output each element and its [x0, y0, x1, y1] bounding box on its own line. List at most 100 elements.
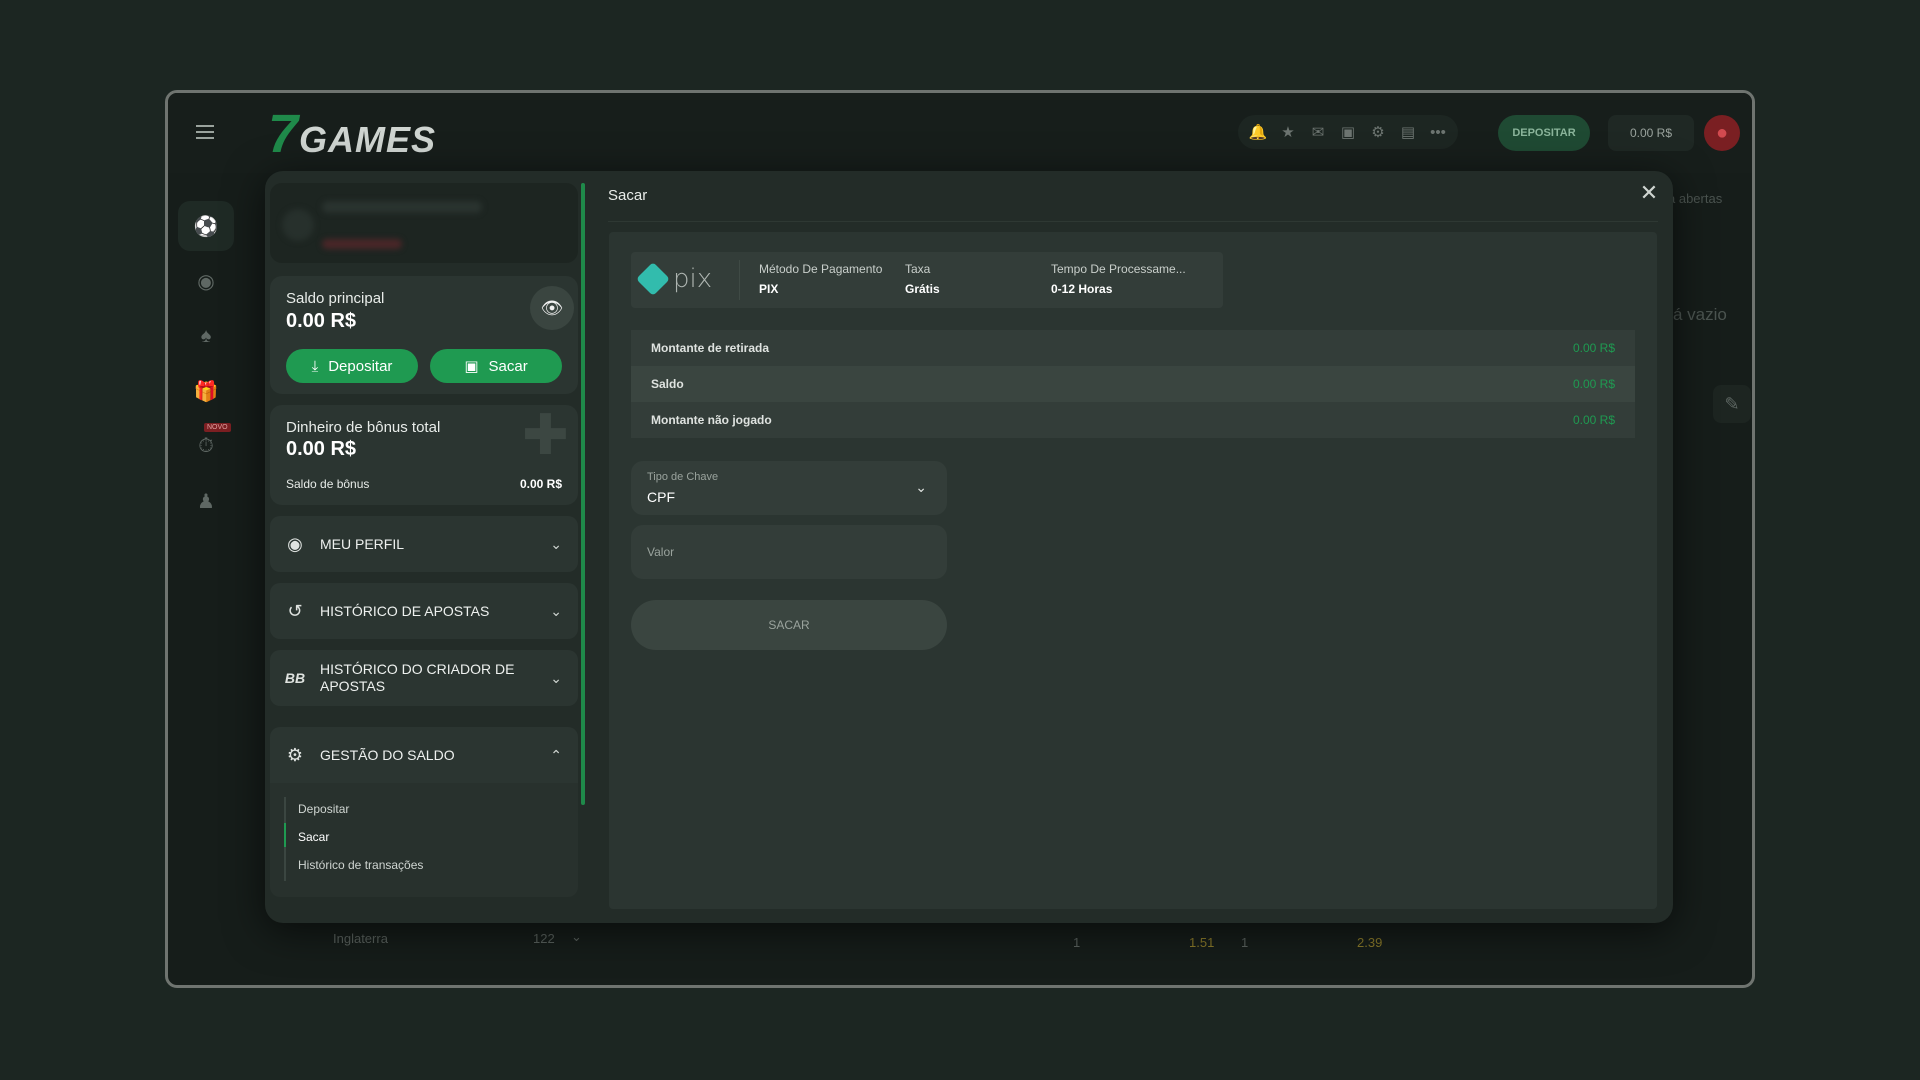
- profile-id-blurred: [322, 239, 402, 249]
- summary-row: Montante de retirada 0.00 R$: [631, 330, 1635, 366]
- deposit-button-label: Depositar: [328, 357, 393, 375]
- submenu-active-indicator: [284, 823, 286, 847]
- pix-icon: [636, 262, 670, 296]
- payment-method-card[interactable]: pix Método De Pagamento PIX Taxa Grátis …: [631, 252, 1223, 308]
- top-bar: 7GAMES 🔔 ★ ✉ ▣ ⚙ ▤ ••• DEPOSITAR 0.00 R$…: [168, 93, 1752, 173]
- amount-input[interactable]: [631, 525, 947, 579]
- bg-odd[interactable]: 2.39: [1357, 935, 1382, 950]
- key-type-label: Tipo de Chave: [647, 471, 719, 483]
- mail-icon[interactable]: ✉: [1308, 121, 1328, 143]
- withdraw-button[interactable]: ▣ Sacar: [430, 349, 562, 383]
- fee-value: Grátis: [905, 282, 940, 296]
- menu-label: GESTÃO DO SALDO: [320, 746, 455, 763]
- summary-label: Montante de retirada: [651, 341, 770, 355]
- withdraw-button-label: Sacar: [488, 357, 528, 375]
- eye-icon[interactable]: 👁: [530, 286, 574, 330]
- left-rail: ⚽ ◉ ♠ 🎁 ⏱ NOVO ♟: [178, 201, 234, 531]
- processing-time-col: Tempo De Processame... 0-12 Horas: [1051, 262, 1186, 296]
- novo-badge: NOVO: [204, 423, 231, 432]
- chevron-down-icon: ⌄: [915, 479, 927, 495]
- processing-time-value: 0-12 Horas: [1051, 282, 1113, 296]
- divider: [739, 260, 740, 300]
- summary-value: 0.00 R$: [1572, 413, 1615, 427]
- amount-summary: Montante de retirada 0.00 R$ Saldo 0.00 …: [631, 330, 1635, 438]
- bell-icon[interactable]: 🔔: [1248, 121, 1268, 143]
- cards-icon[interactable]: ♠: [178, 311, 234, 361]
- menu-icon[interactable]: [196, 125, 214, 139]
- balance-submenu: Depositar Sacar Histórico de transações: [270, 783, 578, 897]
- submenu-deposit[interactable]: Depositar: [298, 802, 349, 816]
- menu-bet-history[interactable]: ↺ HISTÓRICO DE APOSTAS ⌄: [270, 583, 578, 639]
- chat-icon[interactable]: ▤: [1398, 121, 1418, 143]
- bg-list-item-count: 122: [533, 931, 555, 946]
- submenu-transactions[interactable]: Histórico de transações: [298, 858, 423, 872]
- processing-time-header: Tempo De Processame...: [1051, 262, 1186, 276]
- site-logo[interactable]: 7GAMES: [268, 103, 436, 165]
- gift-icon[interactable]: 🎁: [178, 366, 234, 416]
- menu-my-profile[interactable]: ◉ MEU PERFIL ⌄: [270, 516, 578, 572]
- user-circle-icon: ◉: [287, 533, 303, 554]
- gift-icon[interactable]: ▣: [1338, 121, 1358, 143]
- key-type-select[interactable]: Tipo de Chave CPF ⌄: [631, 461, 947, 515]
- bg-list-item[interactable]: Inglaterra 122 ⌄: [293, 923, 603, 973]
- soccer-icon[interactable]: ⚽: [178, 201, 234, 251]
- payment-method-value: PIX: [759, 282, 779, 296]
- close-icon[interactable]: ✕: [1637, 180, 1661, 205]
- bonus-balance-value: 0.00 R$: [519, 477, 562, 491]
- fee-col: Taxa Grátis: [905, 262, 940, 296]
- history-icon: ↺: [287, 600, 303, 621]
- user-icon: ●: [1715, 121, 1729, 144]
- page-title: Sacar: [608, 187, 648, 204]
- stopwatch-icon[interactable]: ⏱ NOVO: [178, 421, 234, 471]
- gear-icon[interactable]: ⚙: [1368, 121, 1388, 143]
- menu-label: HISTÓRICO DE APOSTAS: [320, 602, 490, 619]
- chevron-up-icon: ⌃: [550, 746, 562, 763]
- more-icon[interactable]: •••: [1428, 121, 1448, 143]
- submenu-withdraw[interactable]: Sacar: [298, 830, 329, 844]
- avatar: [282, 209, 314, 241]
- puzzle-icon: ✚: [522, 405, 569, 466]
- bet-builder-icon: BB: [284, 670, 306, 686]
- chevron-down-icon: ⌄: [550, 602, 562, 619]
- main-balance-value: 0.00 R$: [286, 310, 357, 332]
- summary-label: Saldo: [651, 377, 684, 391]
- summary-value: 0.00 R$: [1572, 377, 1615, 391]
- fee-header: Taxa: [905, 262, 931, 276]
- deposit-button[interactable]: ⤓ Depositar: [286, 349, 418, 383]
- profile-name-blurred: [322, 201, 482, 213]
- main-balance-label: Saldo principal: [286, 290, 385, 307]
- payment-method-col: Método De Pagamento PIX: [759, 262, 882, 296]
- main-balance-card: Saldo principal 0.00 R$ 👁 ⤓ Depositar ▣ …: [270, 276, 578, 394]
- edit-icon[interactable]: ✎: [1713, 385, 1751, 423]
- avatar[interactable]: ●: [1704, 115, 1740, 151]
- top-balance[interactable]: 0.00 R$: [1608, 115, 1694, 151]
- sidebar-scrollbar[interactable]: [581, 183, 585, 805]
- pix-logo-text: pix: [673, 264, 713, 294]
- menu-balance-management[interactable]: ⚙ GESTÃO DO SALDO ⌃: [270, 727, 578, 783]
- bg-empty-text: á vazio: [1673, 305, 1727, 324]
- bonus-balance-label: Saldo de bônus: [286, 477, 370, 491]
- bonus-label: Dinheiro de bônus total: [286, 419, 441, 436]
- summary-label: Montante não jogado: [651, 413, 772, 427]
- user-icon[interactable]: ♟: [178, 476, 234, 526]
- basketball-icon[interactable]: ◉: [178, 256, 234, 306]
- account-sidebar: Saldo principal 0.00 R$ 👁 ⤓ Depositar ▣ …: [270, 183, 580, 913]
- profile-card: [270, 183, 578, 263]
- withdraw-submit-button[interactable]: SACAR: [631, 600, 947, 650]
- divider: [608, 221, 1658, 222]
- star-icon[interactable]: ★: [1278, 121, 1298, 143]
- bonus-value: 0.00 R$: [286, 438, 357, 460]
- menu-creator-history[interactable]: BB HISTÓRICO DO CRIADOR DE APOSTAS ⌄: [270, 650, 578, 706]
- bg-odd: 1: [1073, 935, 1081, 950]
- pix-logo: pix: [636, 262, 713, 296]
- gear-dollar-icon: ⚙: [286, 744, 304, 765]
- payment-method-header: Método De Pagamento: [759, 262, 883, 276]
- atm-icon: ▣: [464, 358, 479, 375]
- summary-row: Montante não jogado 0.00 R$: [631, 402, 1635, 438]
- summary-row: Saldo 0.00 R$: [631, 366, 1635, 402]
- bg-tab-label: a abertas: [1668, 191, 1723, 206]
- menu-label: HISTÓRICO DO CRIADOR DE APOSTAS: [320, 661, 515, 694]
- bg-odd[interactable]: 1.51: [1189, 935, 1214, 950]
- top-deposit-button[interactable]: DEPOSITAR: [1498, 115, 1590, 151]
- summary-value: 0.00 R$: [1572, 341, 1615, 355]
